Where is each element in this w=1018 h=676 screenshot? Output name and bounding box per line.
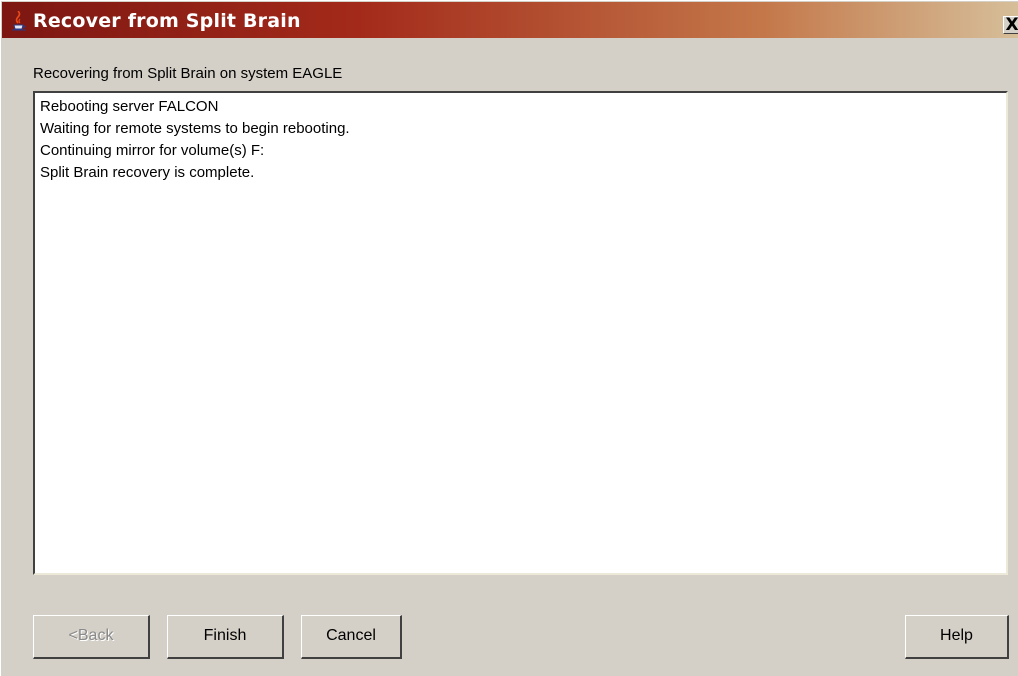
log-textarea[interactable]: Rebooting server FALCON Waiting for remo… [33, 91, 1008, 575]
help-button[interactable]: Help [905, 615, 1009, 659]
java-cup-icon [10, 10, 28, 31]
back-button[interactable]: <Back [33, 615, 150, 659]
finish-button[interactable]: Finish [167, 615, 284, 659]
log-line: Split Brain recovery is complete. [40, 164, 255, 181]
log-line: Continuing mirror for volume(s) F: [40, 142, 265, 159]
title-bar[interactable]: Recover from Split Brain x [2, 2, 1018, 38]
close-icon: x [1005, 15, 1018, 35]
cancel-button[interactable]: Cancel [301, 615, 402, 659]
dialog-window: Recover from Split Brain x Recovering fr… [0, 0, 1018, 676]
window-title: Recover from Split Brain [33, 10, 301, 32]
header-label: Recovering from Split Brain on system EA… [33, 65, 343, 82]
close-button[interactable]: x [1003, 16, 1018, 34]
log-line: Rebooting server FALCON [40, 98, 219, 115]
log-line: Waiting for remote systems to begin rebo… [40, 120, 350, 137]
